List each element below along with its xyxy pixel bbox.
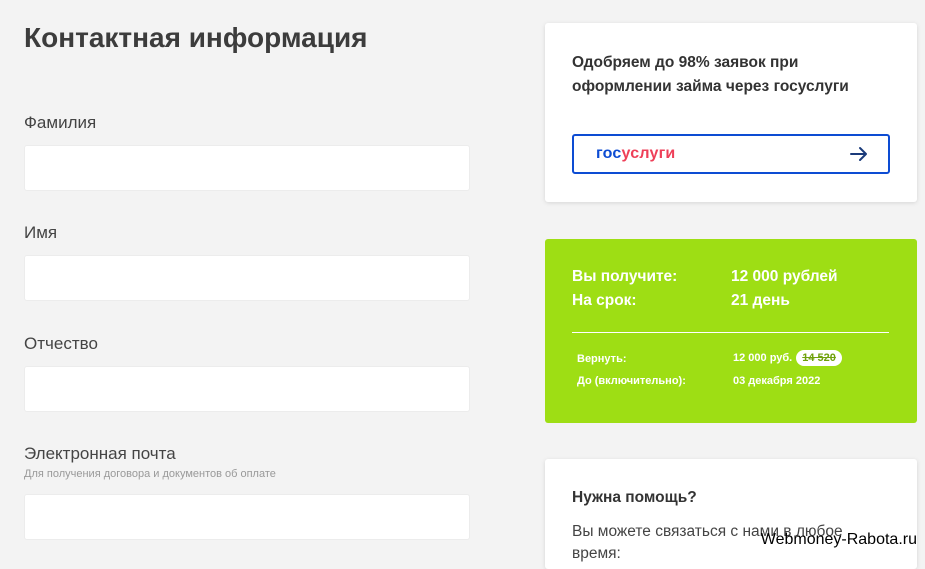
patronymic-input[interactable] <box>24 366 470 412</box>
return-amount: 12 000 руб. 14 520 <box>733 350 842 366</box>
first-name-input[interactable] <box>24 255 470 301</box>
receive-value: 12 000 рублей <box>731 268 838 285</box>
loan-summary-card: Вы получите: 12 000 рублей На срок: 21 д… <box>545 239 917 423</box>
receive-label: Вы получите: <box>572 268 678 285</box>
last-name-label: Фамилия <box>24 113 97 132</box>
gosuslugi-logo-part2: услуги <box>621 145 676 162</box>
return-value: 12 000 руб. <box>733 352 793 364</box>
gosuslugi-card: Одобряем до 98% заявок при оформлении за… <box>545 23 917 202</box>
patronymic-label: Отчество <box>24 334 98 353</box>
gosuslugi-logo: госуслуги <box>596 145 675 163</box>
last-name-input[interactable] <box>24 145 470 191</box>
gosuslugi-logo-part1: гос <box>596 145 622 162</box>
help-card: Нужна помощь? Вы можете связаться с нами… <box>545 459 917 569</box>
due-label: До (включительно): <box>577 375 686 387</box>
term-value: 21 день <box>731 292 790 309</box>
first-name-label: Имя <box>24 223 58 242</box>
email-hint: Для получения договора и документов об о… <box>24 468 276 480</box>
divider <box>572 332 889 333</box>
arrow-right-icon <box>850 147 867 161</box>
due-value: 03 декабря 2022 <box>733 375 821 387</box>
return-label: Вернуть: <box>577 353 627 365</box>
watermark: Webmoney-Rabota.ru <box>760 531 917 548</box>
term-label: На срок: <box>572 292 637 309</box>
email-label: Электронная почта <box>24 444 176 463</box>
email-input[interactable] <box>24 494 470 540</box>
help-title: Нужна помощь? <box>572 489 697 506</box>
old-amount-badge: 14 520 <box>796 350 842 366</box>
gosuslugi-promo-text: Одобряем до 98% заявок при оформлении за… <box>572 54 849 95</box>
gosuslugi-login-button[interactable]: госуслуги <box>572 134 890 174</box>
page-title: Контактная информация <box>24 22 368 53</box>
